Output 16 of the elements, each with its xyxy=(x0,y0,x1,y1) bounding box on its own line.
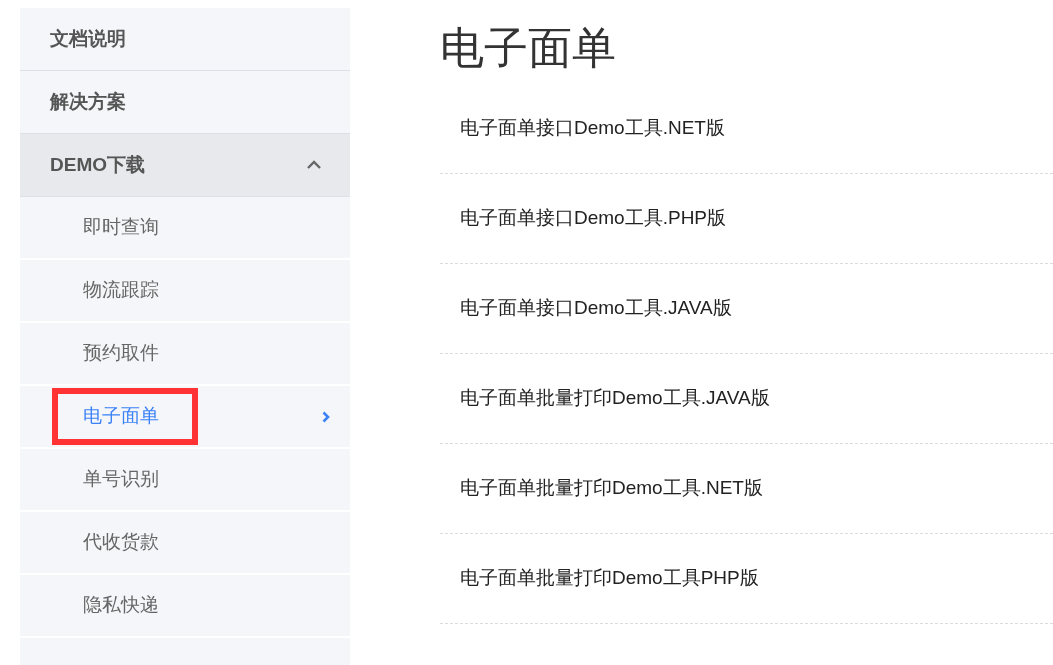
submenu-item[interactable]: 隐私快递 xyxy=(20,575,350,638)
download-link[interactable]: 电子面单接口Demo工具.PHP版 xyxy=(460,204,727,233)
submenu-item[interactable]: 即时查询 xyxy=(20,197,350,260)
chevron-right-icon xyxy=(322,410,330,423)
submenu-item[interactable]: 单号识别 xyxy=(20,449,350,512)
submenu-item[interactable]: 代收货款 xyxy=(20,512,350,575)
chevron-up-icon xyxy=(306,160,322,170)
submenu-item[interactable]: 物流跟踪 xyxy=(20,260,350,323)
sidebar-item[interactable]: DEMO下载 xyxy=(20,134,350,197)
download-link[interactable]: 电子面单批量打印Demo工具.NET版 xyxy=(460,474,763,503)
download-link[interactable]: 电子面单批量打印Demo工具PHP版 xyxy=(460,564,759,593)
download-link[interactable]: 电子面单接口Demo工具.NET版 xyxy=(460,114,725,143)
submenu-item[interactable]: 预约取件 xyxy=(20,323,350,386)
download-link[interactable]: 电子面单批量打印Demo工具.JAVA版 xyxy=(460,384,770,413)
page-title: 电子面单 xyxy=(440,22,616,74)
download-link[interactable]: 电子面单接口Demo工具.JAVA版 xyxy=(460,294,732,323)
